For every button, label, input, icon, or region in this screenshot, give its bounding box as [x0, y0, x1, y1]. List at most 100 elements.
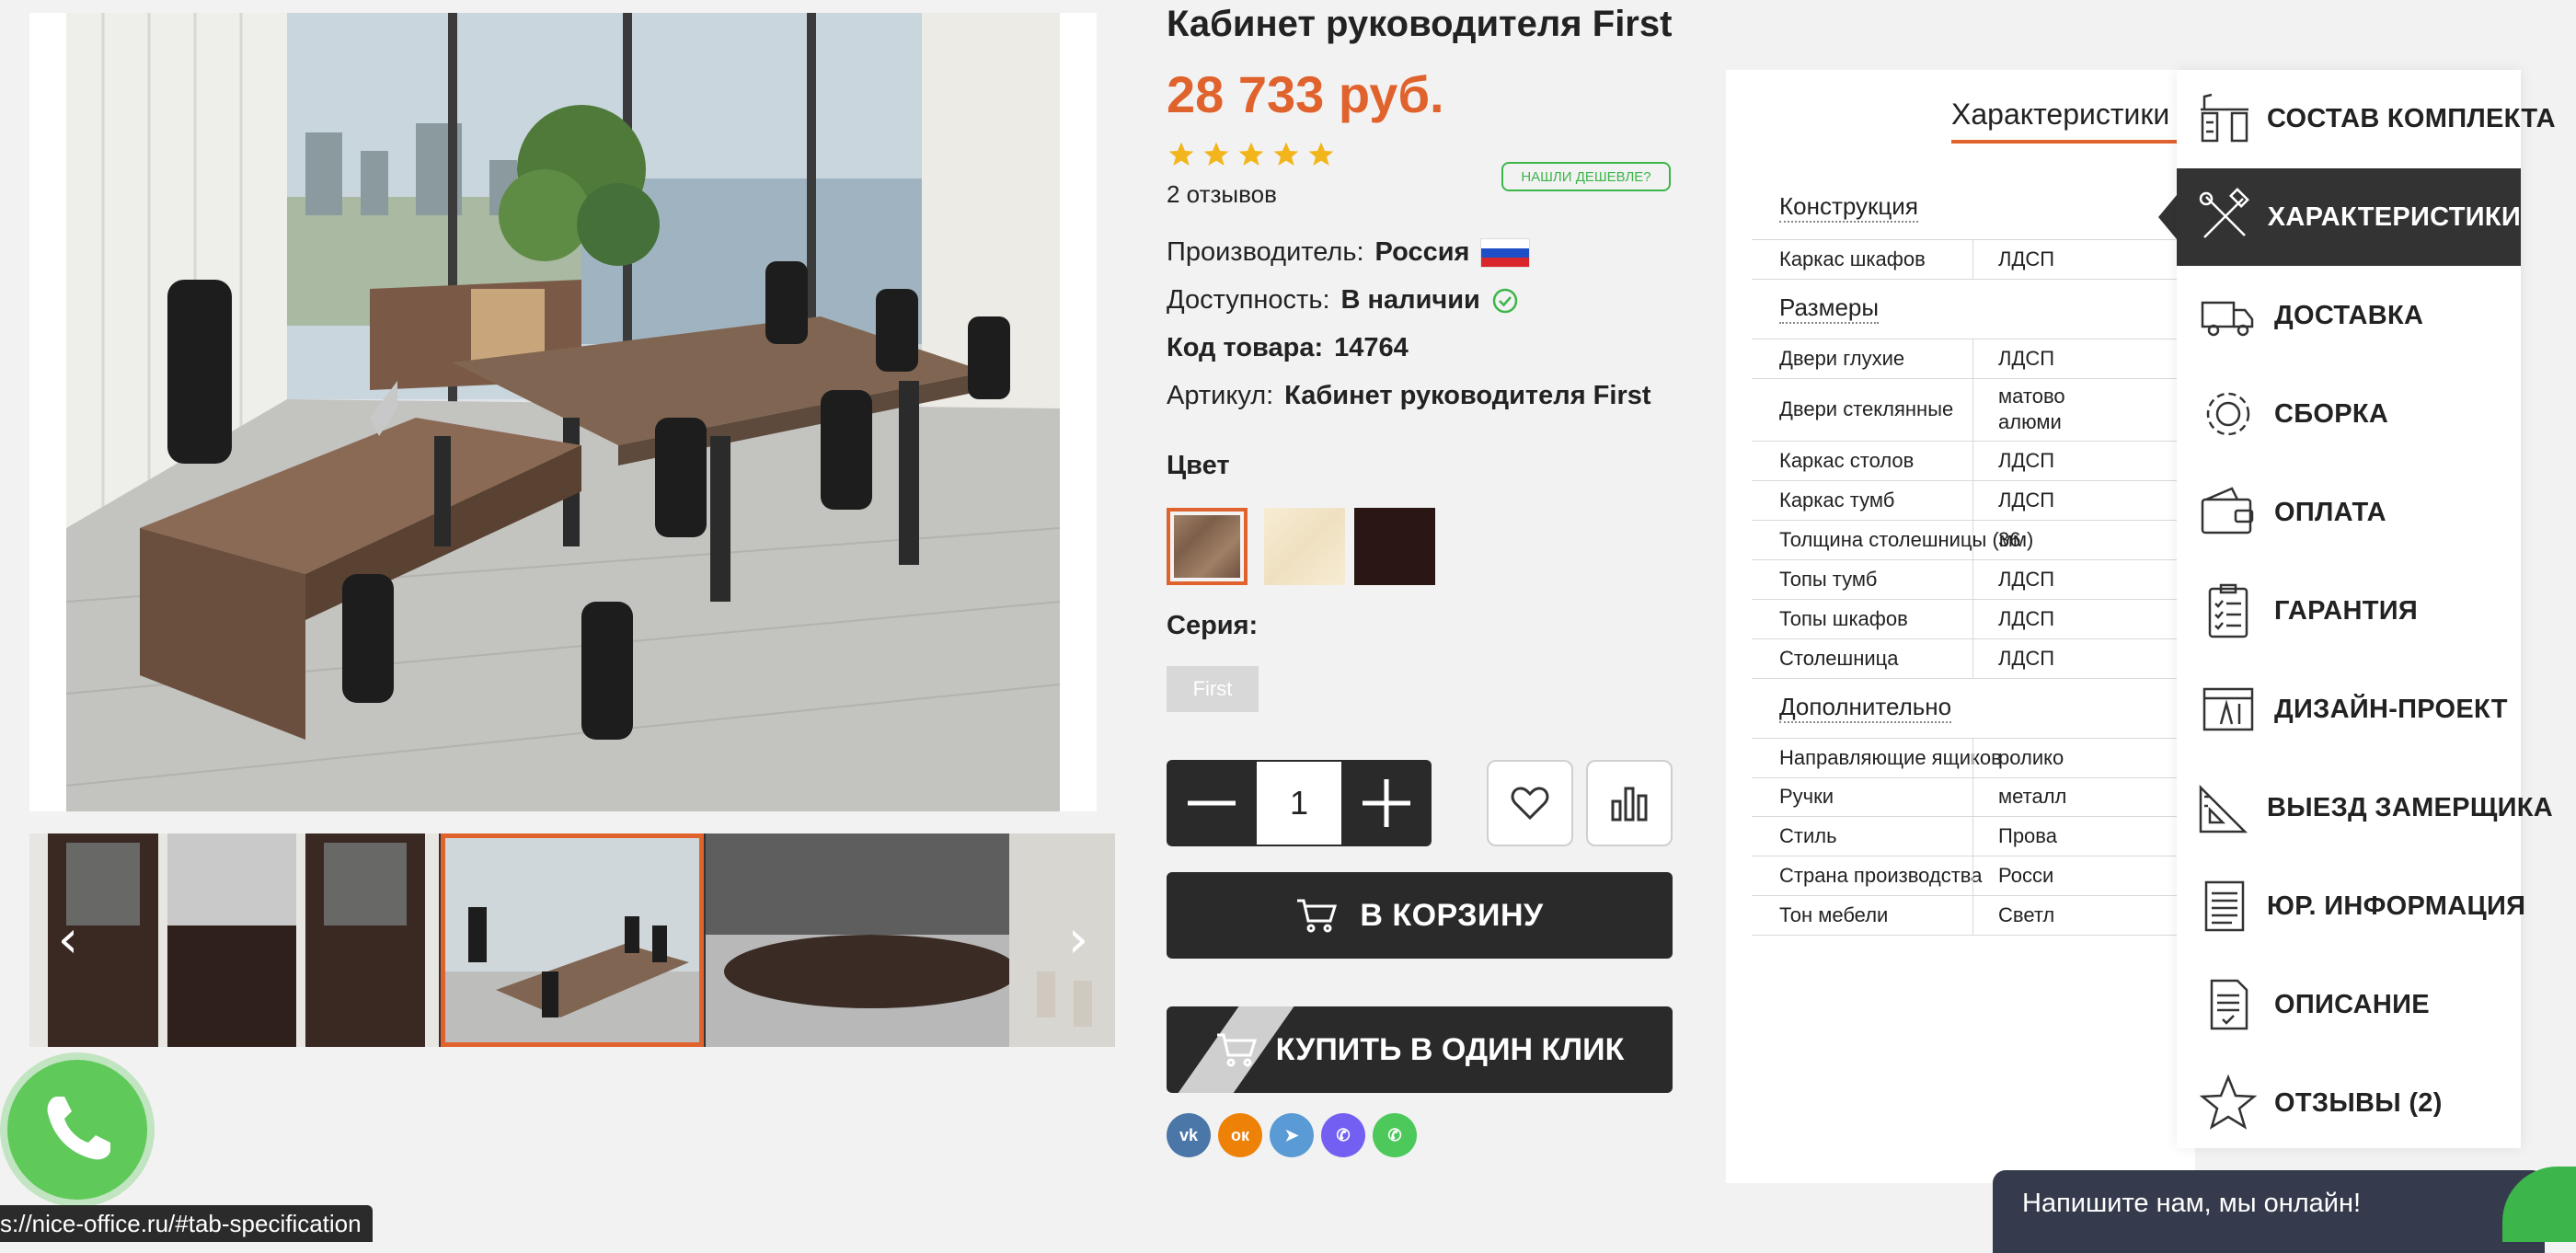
spec-row: Толщина столешницы (мм) 36 — [1752, 521, 2195, 560]
quantity-increase-button[interactable] — [1341, 760, 1432, 846]
spec-row: Двери глухие ЛДСП — [1752, 339, 2195, 379]
star-icon — [2199, 1074, 2258, 1130]
share-whatsapp-icon[interactable]: ✆ — [1373, 1113, 1417, 1157]
specifications-tab-title[interactable]: Характеристики — [1951, 98, 2169, 132]
phone-icon — [47, 1097, 110, 1160]
thumbnail-strip: ‹ › — [29, 833, 1115, 1047]
thumbnail-prev-arrow[interactable]: ‹ — [40, 907, 96, 971]
specifications-panel: Характеристики Конструкция Каркас шкафов… — [1726, 70, 2195, 1183]
spec-row: Столешница ЛДСП — [1752, 639, 2195, 679]
plus-icon — [1363, 779, 1410, 827]
nav-item-legal-info[interactable]: ЮР. ИНФОРМАЦИЯ — [2177, 857, 2525, 955]
nav-item-measurer-visit[interactable]: ВЫЕЗД ЗАМЕРЩИКА — [2177, 759, 2553, 856]
checklist-icon — [2208, 583, 2248, 638]
article-row: Артикул: Кабинет руководителя First — [1167, 381, 1651, 411]
share-telegram-icon[interactable]: ➤ — [1270, 1113, 1314, 1157]
spec-group-extra[interactable]: Дополнительно — [1779, 692, 1952, 723]
color-label: Цвет — [1167, 451, 1230, 480]
series-label: Серия: — [1167, 611, 1259, 640]
spec-row: Каркас столов ЛДСП — [1752, 442, 2195, 481]
furniture-icon — [2201, 93, 2248, 143]
share-odnoklassniki-icon[interactable]: ок — [1218, 1113, 1262, 1157]
product-code-value: 14764 — [1334, 333, 1409, 362]
buy-one-click-button[interactable]: КУПИТЬ В ОДИН КЛИК — [1167, 1006, 1673, 1093]
spec-row: Топы шкафов ЛДСП — [1752, 600, 2195, 639]
russia-flag-icon — [1480, 237, 1531, 268]
star-icon — [1273, 142, 1299, 166]
quantity-stepper: 1 — [1167, 760, 1432, 846]
nav-item-kit-contents[interactable]: СОСТАВ КОМПЛЕКТА — [2177, 70, 2556, 167]
nav-item-specifications[interactable]: ХАРАКТЕРИСТИКИ — [2177, 168, 2521, 266]
online-chat-widget[interactable]: Напишите нам, мы онлайн! — [1993, 1170, 2545, 1253]
star-icon — [1168, 142, 1194, 166]
spec-row: Направляющие ящиков ролико — [1752, 738, 2195, 778]
share-vk-icon[interactable]: vk — [1167, 1113, 1211, 1157]
series-tag-first[interactable]: First — [1167, 666, 1259, 712]
ruler-icon — [2199, 784, 2248, 833]
heart-icon — [1511, 787, 1549, 821]
color-swatch-cream[interactable] — [1264, 508, 1345, 585]
nav-item-assembly[interactable]: СБОРКА — [2177, 365, 2521, 463]
star-icon — [1238, 142, 1264, 166]
quantity-decrease-button[interactable] — [1167, 760, 1257, 846]
article-label: Артикул: — [1167, 381, 1274, 410]
availability-value: В наличии — [1340, 285, 1480, 315]
nav-item-warranty[interactable]: ГАРАНТИЯ — [2177, 562, 2521, 660]
product-code-label: Код товара: — [1167, 333, 1324, 362]
manufacturer-row: Производитель: Россия — [1167, 237, 1531, 268]
spec-row: Тон мебели Светл — [1752, 896, 2195, 936]
product-main-photo[interactable] — [29, 13, 1097, 811]
wallet-icon — [2201, 487, 2254, 535]
nav-item-design-project[interactable]: ДИЗАЙН-ПРОЕКТ — [2177, 661, 2521, 758]
thumbnail-next-arrow[interactable]: › — [1051, 907, 1106, 971]
minus-icon — [1188, 800, 1236, 806]
availability-label: Доступность: — [1167, 285, 1330, 315]
product-price: 28 733 руб. — [1167, 65, 1444, 123]
product-title: Кабинет руководителя First — [1167, 4, 1673, 44]
spec-group-sizes[interactable]: Размеры — [1779, 293, 1880, 324]
rating-stars[interactable] — [1167, 140, 1336, 169]
nav-active-pointer — [2158, 195, 2177, 239]
spec-row: Ручки металл — [1752, 777, 2195, 817]
cart-icon — [1216, 1033, 1257, 1067]
reviews-link[interactable]: 2 отзывов — [1167, 180, 1277, 209]
tab-active-underline — [1951, 140, 2195, 144]
nav-item-delivery[interactable]: ДОСТАВКА — [2177, 267, 2521, 364]
quantity-input[interactable]: 1 — [1257, 760, 1341, 846]
spec-row: Топы тумб ЛДСП — [1752, 560, 2195, 600]
tools-icon — [2200, 188, 2250, 238]
wishlist-button[interactable] — [1487, 760, 1573, 846]
article-value: Кабинет руководителя First — [1284, 381, 1651, 410]
nav-item-reviews[interactable]: ОТЗЫВЫ (2) — [2177, 1054, 2521, 1152]
description-icon — [2210, 979, 2248, 1030]
buy-one-click-label: КУПИТЬ В ОДИН КЛИК — [1275, 1031, 1625, 1067]
compare-button[interactable] — [1586, 760, 1673, 846]
document-icon — [2204, 880, 2245, 932]
gear-icon — [2206, 392, 2250, 436]
availability-row: Доступность: В наличии — [1167, 285, 1519, 316]
nav-item-description[interactable]: ОПИСАНИЕ — [2177, 956, 2521, 1053]
star-icon — [1308, 142, 1334, 166]
thumbnail-2-active[interactable] — [441, 833, 704, 1047]
nav-item-payment[interactable]: ОПЛАТА — [2177, 464, 2521, 561]
truck-icon — [2201, 301, 2254, 337]
color-swatch-walnut[interactable] — [1167, 508, 1248, 585]
compare-chart-icon — [1611, 787, 1648, 822]
product-code-row: Код товара: 14764 — [1167, 333, 1409, 363]
share-viber-icon[interactable]: ✆ — [1321, 1113, 1365, 1157]
star-icon — [1203, 142, 1229, 166]
spec-row: Двери стеклянные матово алюми — [1752, 378, 2195, 442]
spec-row: Страна производства Росси — [1752, 856, 2195, 896]
color-swatch-wenge[interactable] — [1354, 508, 1435, 585]
found-cheaper-button[interactable]: НАШЛИ ДЕШЕВЛЕ? — [1501, 162, 1671, 191]
status-bar-url: s://nice-office.ru/#tab-specification — [0, 1205, 373, 1242]
add-to-cart-button[interactable]: В КОРЗИНУ — [1167, 872, 1673, 959]
spec-row: Каркас тумб ЛДСП — [1752, 481, 2195, 521]
cart-icon — [1297, 899, 1338, 933]
manufacturer-value: Россия — [1374, 237, 1470, 267]
check-circle-icon — [1492, 288, 1518, 313]
blueprint-icon — [2202, 687, 2254, 731]
callback-phone-button[interactable] — [7, 1060, 147, 1200]
office-photo-illustration — [66, 13, 1060, 811]
spec-group-construction[interactable]: Конструкция — [1779, 191, 1918, 223]
